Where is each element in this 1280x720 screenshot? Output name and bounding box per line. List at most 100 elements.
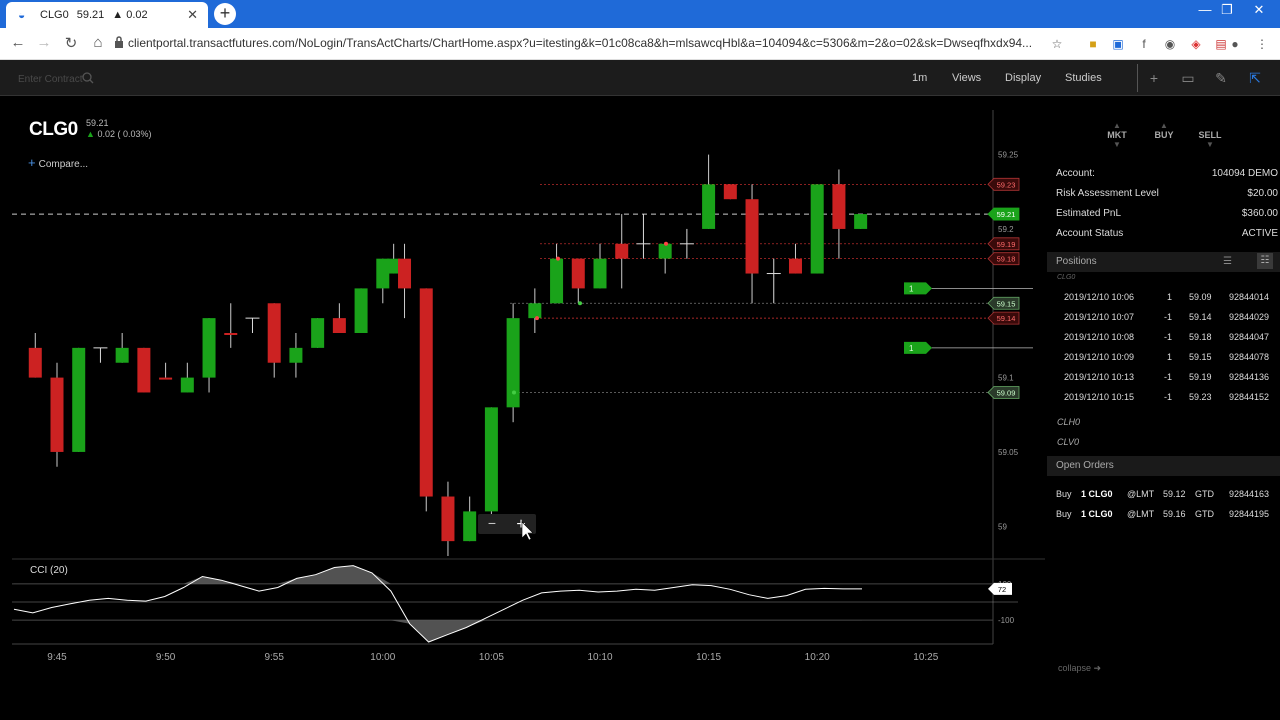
candle-body[interactable] [289,347,303,363]
candle-body[interactable] [354,288,368,333]
candle-body[interactable] [311,318,325,348]
price-tick-label: 59.25 [998,151,1019,160]
menu-dots-icon[interactable]: ⋮ [1254,36,1270,52]
comment-icon[interactable]: ▭ [1179,70,1197,86]
candle-body[interactable] [72,347,86,452]
trade-fill-dot [512,390,516,395]
position-row[interactable]: 2019/12/10 10:07 -1 59.14 92844029 [1047,312,1280,332]
order-qty-symbol: 1 CLG0 [1081,509,1113,519]
up-arrow-icon [1190,121,1230,130]
candle-body[interactable] [419,288,433,497]
candle-body[interactable] [28,347,42,378]
cci-tick-label: -100 [998,616,1015,625]
order-row[interactable]: Buy 1 CLG0 @LMT 59.16 GTD 92844195 [1047,509,1280,529]
candle-body[interactable] [267,303,281,363]
bookmark-star-icon[interactable]: ☆ [1049,36,1065,52]
candle-body[interactable] [332,318,346,333]
toolbar-divider [1137,64,1138,92]
sell-button[interactable]: SELL ▼ [1190,121,1230,149]
studies-button[interactable]: Studies [1065,72,1102,84]
candle-body[interactable] [702,184,716,229]
candle-body[interactable] [159,377,173,380]
extension-icon[interactable]: ◈ [1188,36,1204,52]
url-field[interactable]: clientportal.transactfutures.com/NoLogin… [128,36,1038,50]
browser-tab[interactable]: ◒ CLG0 59.21 ▲ 0.02 ✕ [6,2,208,28]
facebook-icon[interactable]: f [1136,36,1152,52]
candle-body[interactable] [528,303,542,319]
candle-body[interactable] [441,496,455,542]
trade-mode-icon[interactable]: ⇱ [1246,70,1264,86]
time-tick-label: 10:25 [913,652,938,663]
candle-body[interactable] [723,184,737,200]
candle-body[interactable] [593,258,607,289]
camera-icon[interactable]: ◉ [1162,36,1178,52]
favicon-icon: ◒ [18,8,26,22]
candle-body[interactable] [137,347,151,393]
candle-body[interactable] [180,377,194,393]
candle-body[interactable] [854,214,868,229]
position-sub-clh0[interactable]: CLH0 [1057,417,1080,427]
home-icon[interactable]: ⌂ [88,34,108,51]
tab-close-icon[interactable]: ✕ [187,7,198,23]
order-tif: GTD [1195,509,1214,519]
up-arrow-icon: ▲ [1113,121,1121,130]
compare-button[interactable]: + Compare... [28,155,88,170]
extension-icon[interactable]: ■ [1085,36,1101,52]
views-button[interactable]: Views [952,72,981,84]
market-button[interactable]: ▲ MKT ▼ [1097,121,1137,149]
candle-body[interactable] [484,407,498,512]
crosshair-icon[interactable]: + [1145,70,1163,86]
search-icon[interactable] [82,72,94,84]
position-row[interactable]: 2019/12/10 10:08 -1 59.18 92844047 [1047,332,1280,352]
buy-button[interactable]: ▲ BUY [1144,121,1184,149]
restore-icon[interactable]: ❐ [1216,2,1238,18]
arrow-right-icon: ➜ [1093,663,1102,673]
time-tick-label: 10:10 [587,652,612,663]
position-row[interactable]: 2019/12/10 10:15 -1 59.23 92844152 [1047,392,1280,412]
candle-body[interactable] [810,184,824,274]
order-row[interactable]: Buy 1 CLG0 @LMT 59.12 GTD 92844163 [1047,489,1280,509]
candle-body[interactable] [398,258,412,289]
interval-button[interactable]: 1m [912,72,927,84]
price-chart[interactable]: 59.25 59.2 59.15 59.1 59.05 59 59.23 59.21 59.19… [0,96,1045,676]
instrument-change-value: 0.02 ( 0.03%) [97,129,152,139]
candle-body[interactable] [463,511,477,542]
screen: ◒ CLG0 59.21 ▲ 0.02 ✕ + — ❐ ✕ ← → ↻ ⌂ cl… [0,0,1280,720]
position-sub-clv0[interactable]: CLV0 [1057,437,1079,447]
candle-body[interactable] [115,347,129,363]
list-view-icon[interactable]: ☰ [1223,252,1232,272]
minimize-icon[interactable]: — [1194,2,1216,17]
tab-title: CLG0 [40,9,69,21]
forward-icon[interactable]: → [34,34,54,51]
position-row[interactable]: 2019/12/10 10:13 -1 59.19 92844136 [1047,372,1280,392]
back-icon[interactable]: ← [8,34,28,51]
extension-icon[interactable]: ▣ [1110,36,1126,52]
zoom-out-button: − [488,515,496,531]
candle-body[interactable] [745,199,759,274]
cci-overbought-area [14,565,862,584]
candle-body[interactable] [224,333,238,335]
candle-body[interactable] [658,243,672,259]
candle-body[interactable] [571,258,585,289]
candle-body[interactable] [202,318,216,378]
open-orders-header[interactable]: Open Orders [1047,456,1280,476]
display-button[interactable]: Display [1005,72,1041,84]
new-tab-button[interactable]: + [214,3,236,25]
risk-value: $20.00 [1247,188,1278,199]
candle-body[interactable] [50,377,64,452]
order-side: Buy [1056,489,1072,499]
candle-body[interactable] [832,184,846,229]
pnl-row: Estimated PnL $360.00 [1056,208,1278,228]
position-row[interactable]: 2019/12/10 10:09 1 59.15 92844078 [1047,352,1280,372]
candle-body[interactable] [550,258,564,304]
candle-body[interactable] [615,243,629,259]
positions-header[interactable]: Positions ☰ ☷ [1047,252,1280,272]
reload-icon[interactable]: ↻ [61,34,81,52]
profile-icon[interactable]: ● [1227,36,1243,52]
position-row[interactable]: 2019/12/10 10:06 1 59.09 92844014 [1047,292,1280,312]
pencil-icon[interactable]: ✎ [1212,70,1230,86]
detail-view-icon[interactable]: ☷ [1257,253,1273,269]
candle-body[interactable] [788,258,802,274]
collapse-button[interactable]: collapse ➜ [1058,663,1101,674]
window-close-icon[interactable]: ✕ [1248,2,1270,18]
